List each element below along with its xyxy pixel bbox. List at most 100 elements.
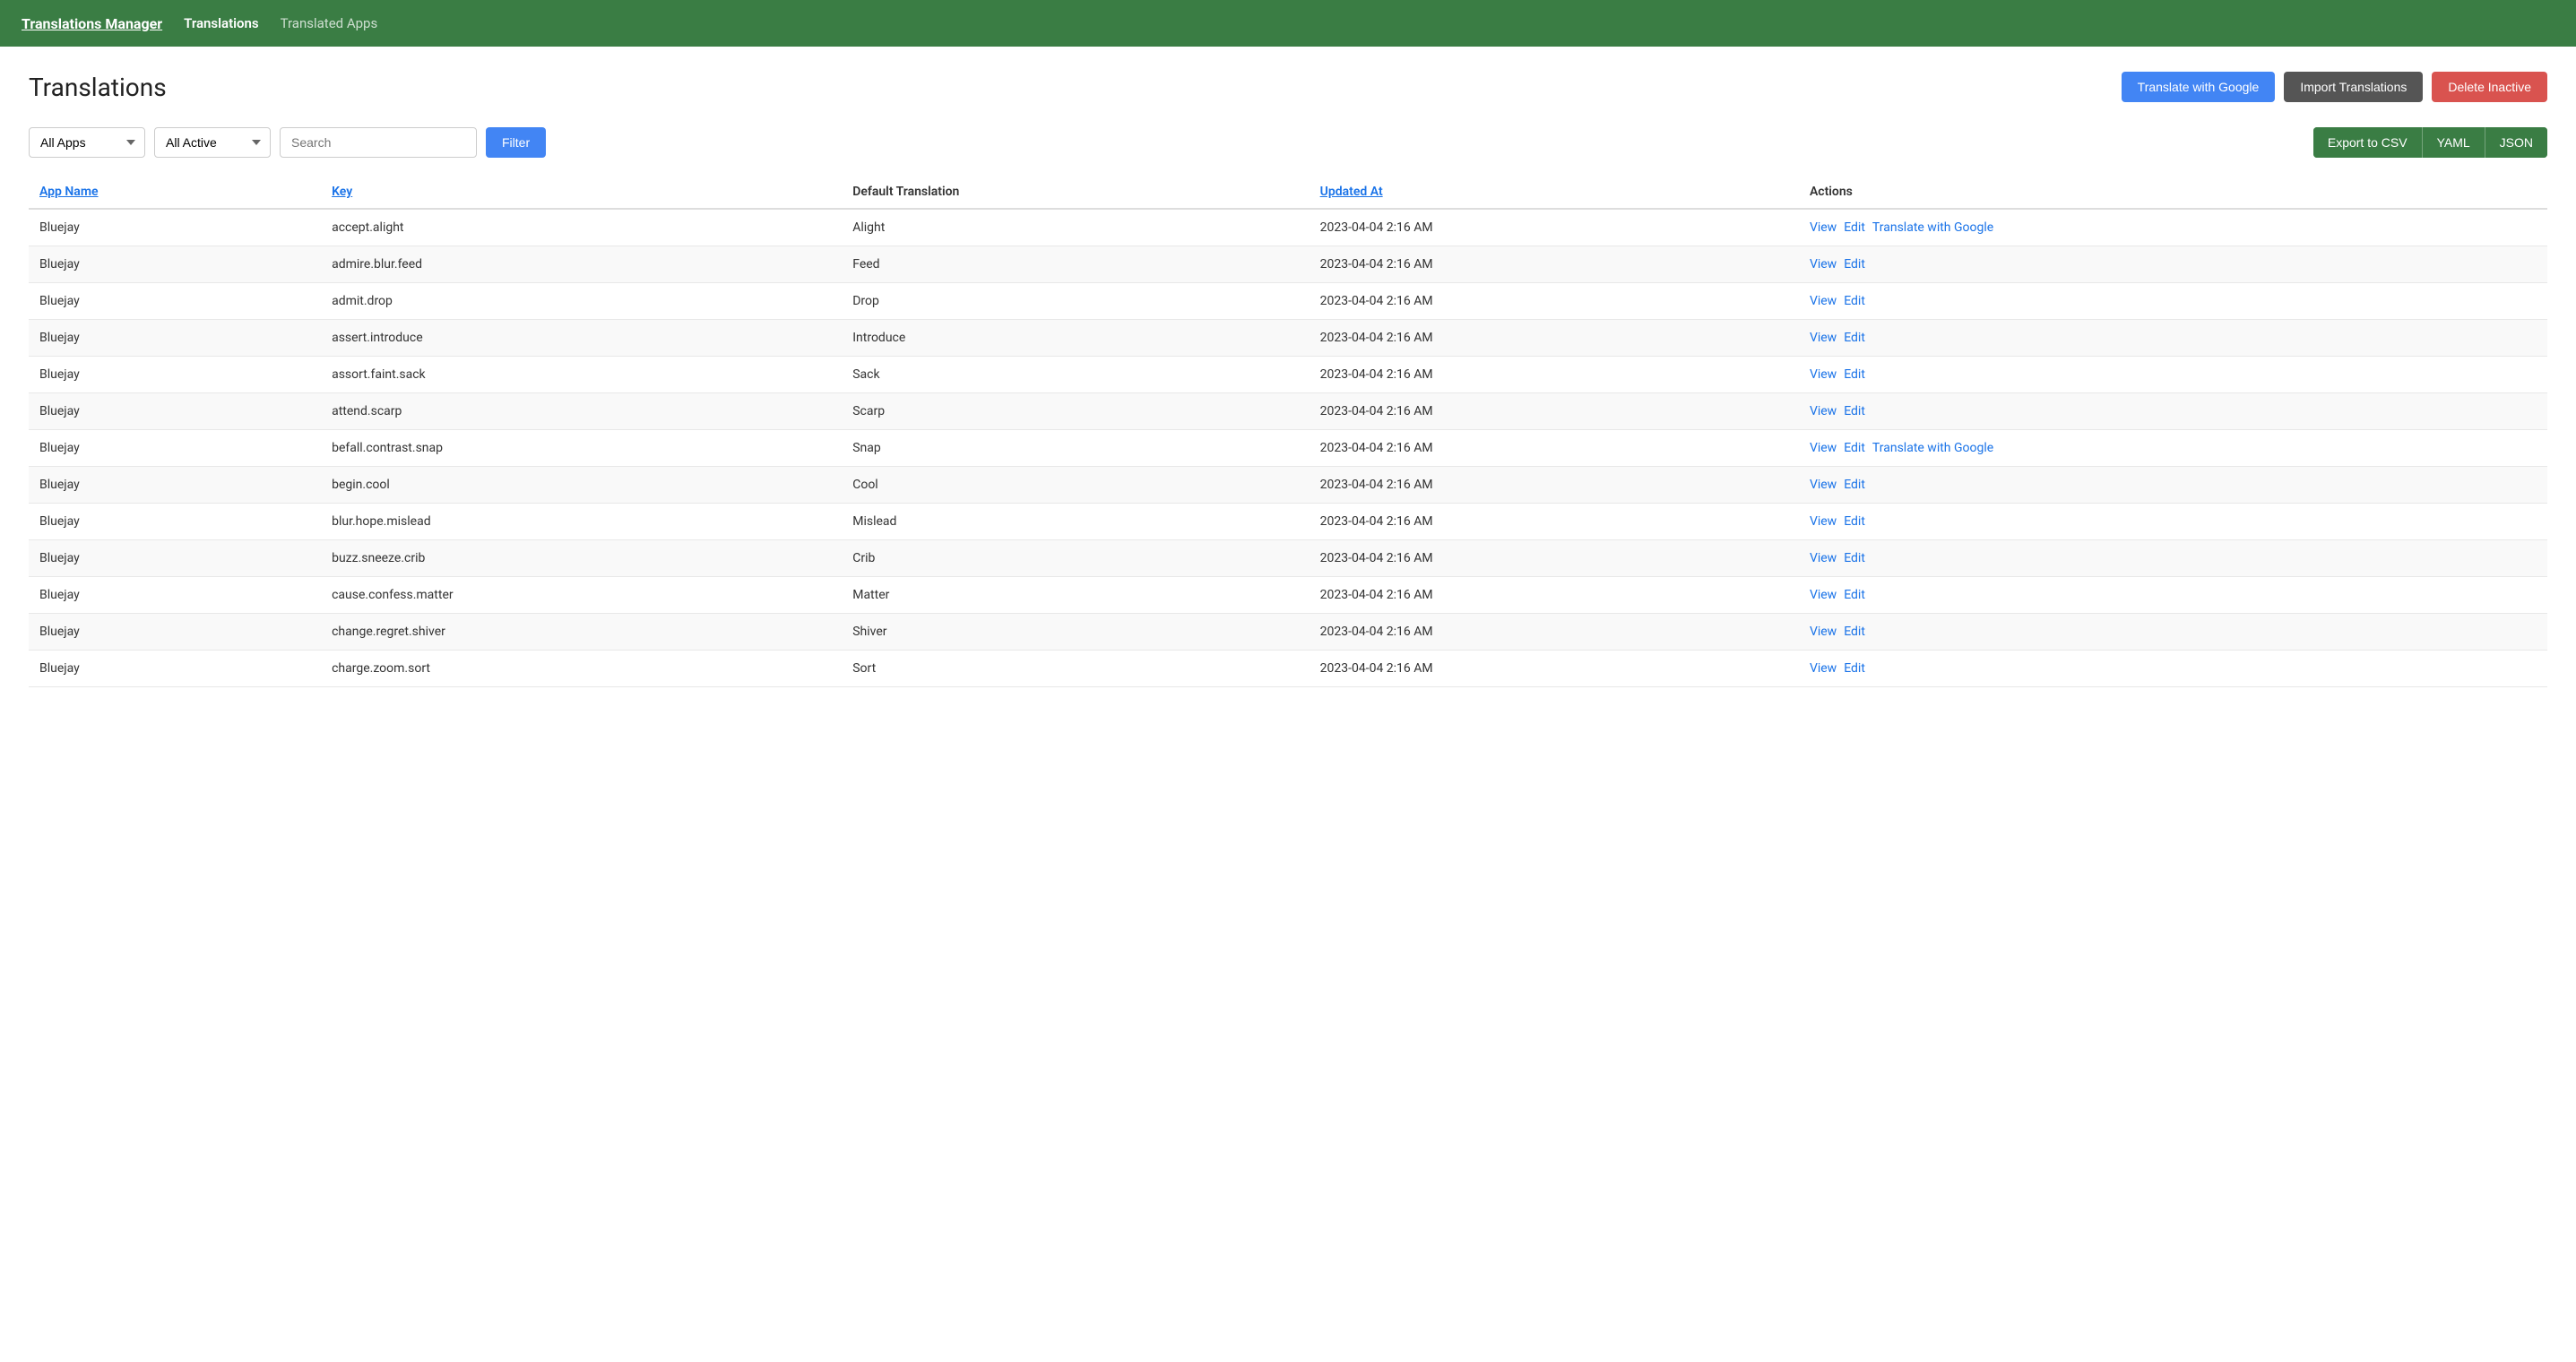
cell-translation: Feed — [842, 246, 1309, 283]
view-link[interactable]: View — [1810, 441, 1837, 455]
cell-actions: View Edit — [1799, 393, 2547, 430]
cell-key: befall.contrast.snap — [321, 430, 842, 467]
view-link[interactable]: View — [1810, 588, 1837, 602]
translate-google-row-link[interactable]: Translate with Google — [1872, 220, 1993, 235]
cell-translation: Mislead — [842, 504, 1309, 540]
translations-table: App Name Key Default Translation Updated… — [29, 176, 2547, 687]
view-link[interactable]: View — [1810, 367, 1837, 382]
translate-google-row-link[interactable]: Translate with Google — [1872, 441, 1993, 455]
view-link[interactable]: View — [1810, 220, 1837, 235]
table-row: Bluejaycause.confess.matterMatter2023-04… — [29, 577, 2547, 614]
cell-translation: Sort — [842, 651, 1309, 687]
cell-actions: View Edit — [1799, 357, 2547, 393]
actions-cell: View Edit — [1810, 478, 2537, 492]
col-default-translation: Default Translation — [842, 176, 1309, 209]
edit-link[interactable]: Edit — [1844, 625, 1865, 639]
filter-button[interactable]: Filter — [486, 127, 546, 158]
translate-google-button[interactable]: Translate with Google — [2122, 72, 2276, 102]
edit-link[interactable]: Edit — [1844, 367, 1865, 382]
cell-app: Bluejay — [29, 577, 321, 614]
actions-cell: View Edit — [1810, 514, 2537, 529]
cell-app: Bluejay — [29, 357, 321, 393]
import-translations-button[interactable]: Import Translations — [2284, 72, 2423, 102]
cell-translation: Cool — [842, 467, 1309, 504]
edit-link[interactable]: Edit — [1844, 661, 1865, 676]
cell-updated: 2023-04-04 2:16 AM — [1310, 577, 1799, 614]
edit-link[interactable]: Edit — [1844, 331, 1865, 345]
cell-app: Bluejay — [29, 651, 321, 687]
actions-cell: View Edit Translate with Google — [1810, 441, 2537, 455]
delete-inactive-button[interactable]: Delete Inactive — [2432, 72, 2547, 102]
cell-key: begin.cool — [321, 467, 842, 504]
cell-app: Bluejay — [29, 614, 321, 651]
table-row: Bluejayattend.scarpScarp2023-04-04 2:16 … — [29, 393, 2547, 430]
cell-actions: View Edit — [1799, 283, 2547, 320]
cell-key: assort.faint.sack — [321, 357, 842, 393]
view-link[interactable]: View — [1810, 478, 1837, 492]
view-link[interactable]: View — [1810, 661, 1837, 676]
cell-app: Bluejay — [29, 283, 321, 320]
cell-key: blur.hope.mislead — [321, 504, 842, 540]
cell-translation: Crib — [842, 540, 1309, 577]
view-link[interactable]: View — [1810, 404, 1837, 418]
edit-link[interactable]: Edit — [1844, 478, 1865, 492]
cell-actions: View Edit — [1799, 614, 2547, 651]
actions-cell: View Edit Translate with Google — [1810, 220, 2537, 235]
cell-actions: View Edit — [1799, 651, 2547, 687]
export-yaml-button[interactable]: YAML — [2423, 127, 2485, 158]
view-link[interactable]: View — [1810, 551, 1837, 565]
actions-cell: View Edit — [1810, 331, 2537, 345]
table-header: App Name Key Default Translation Updated… — [29, 176, 2547, 209]
cell-translation: Matter — [842, 577, 1309, 614]
cell-key: cause.confess.matter — [321, 577, 842, 614]
cell-app: Bluejay — [29, 467, 321, 504]
col-actions: Actions — [1799, 176, 2547, 209]
edit-link[interactable]: Edit — [1844, 588, 1865, 602]
table-row: Bluejayassert.introduceIntroduce2023-04-… — [29, 320, 2547, 357]
cell-translation: Snap — [842, 430, 1309, 467]
edit-link[interactable]: Edit — [1844, 514, 1865, 529]
edit-link[interactable]: Edit — [1844, 257, 1865, 272]
table-row: Bluejayblur.hope.misleadMislead2023-04-0… — [29, 504, 2547, 540]
edit-link[interactable]: Edit — [1844, 404, 1865, 418]
view-link[interactable]: View — [1810, 331, 1837, 345]
nav-brand[interactable]: Translations Manager — [22, 15, 162, 32]
edit-link[interactable]: Edit — [1844, 441, 1865, 455]
table-row: Bluejaycharge.zoom.sortSort2023-04-04 2:… — [29, 651, 2547, 687]
search-input[interactable] — [280, 127, 477, 158]
col-app-name[interactable]: App Name — [29, 176, 321, 209]
cell-translation: Alight — [842, 209, 1309, 246]
view-link[interactable]: View — [1810, 257, 1837, 272]
col-key[interactable]: Key — [321, 176, 842, 209]
col-updated-at[interactable]: Updated At — [1310, 176, 1799, 209]
export-json-button[interactable]: JSON — [2485, 127, 2547, 158]
view-link[interactable]: View — [1810, 294, 1837, 308]
active-filter-select[interactable]: All Active — [154, 127, 271, 158]
cell-actions: View Edit — [1799, 504, 2547, 540]
cell-translation: Scarp — [842, 393, 1309, 430]
view-link[interactable]: View — [1810, 514, 1837, 529]
cell-actions: View Edit — [1799, 320, 2547, 357]
nav-link-translations[interactable]: Translations — [184, 15, 258, 31]
cell-translation: Drop — [842, 283, 1309, 320]
cell-actions: View Edit — [1799, 577, 2547, 614]
actions-cell: View Edit — [1810, 625, 2537, 639]
table-body: Bluejayaccept.alightAlight2023-04-04 2:1… — [29, 209, 2547, 687]
cell-updated: 2023-04-04 2:16 AM — [1310, 357, 1799, 393]
cell-updated: 2023-04-04 2:16 AM — [1310, 651, 1799, 687]
export-actions: Export to CSV YAML JSON — [2313, 127, 2547, 158]
edit-link[interactable]: Edit — [1844, 551, 1865, 565]
view-link[interactable]: View — [1810, 625, 1837, 639]
nav-link-translated-apps[interactable]: Translated Apps — [281, 15, 378, 31]
table-row: Bluejaybuzz.sneeze.cribCrib2023-04-04 2:… — [29, 540, 2547, 577]
edit-link[interactable]: Edit — [1844, 294, 1865, 308]
app-filter-select[interactable]: All Apps — [29, 127, 145, 158]
cell-app: Bluejay — [29, 540, 321, 577]
page-content: Translations Translate with Google Impor… — [0, 47, 2576, 712]
table-row: Bluejaybefall.contrast.snapSnap2023-04-0… — [29, 430, 2547, 467]
cell-updated: 2023-04-04 2:16 AM — [1310, 393, 1799, 430]
cell-updated: 2023-04-04 2:16 AM — [1310, 540, 1799, 577]
export-csv-button[interactable]: Export to CSV — [2313, 127, 2423, 158]
edit-link[interactable]: Edit — [1844, 220, 1865, 235]
cell-key: accept.alight — [321, 209, 842, 246]
